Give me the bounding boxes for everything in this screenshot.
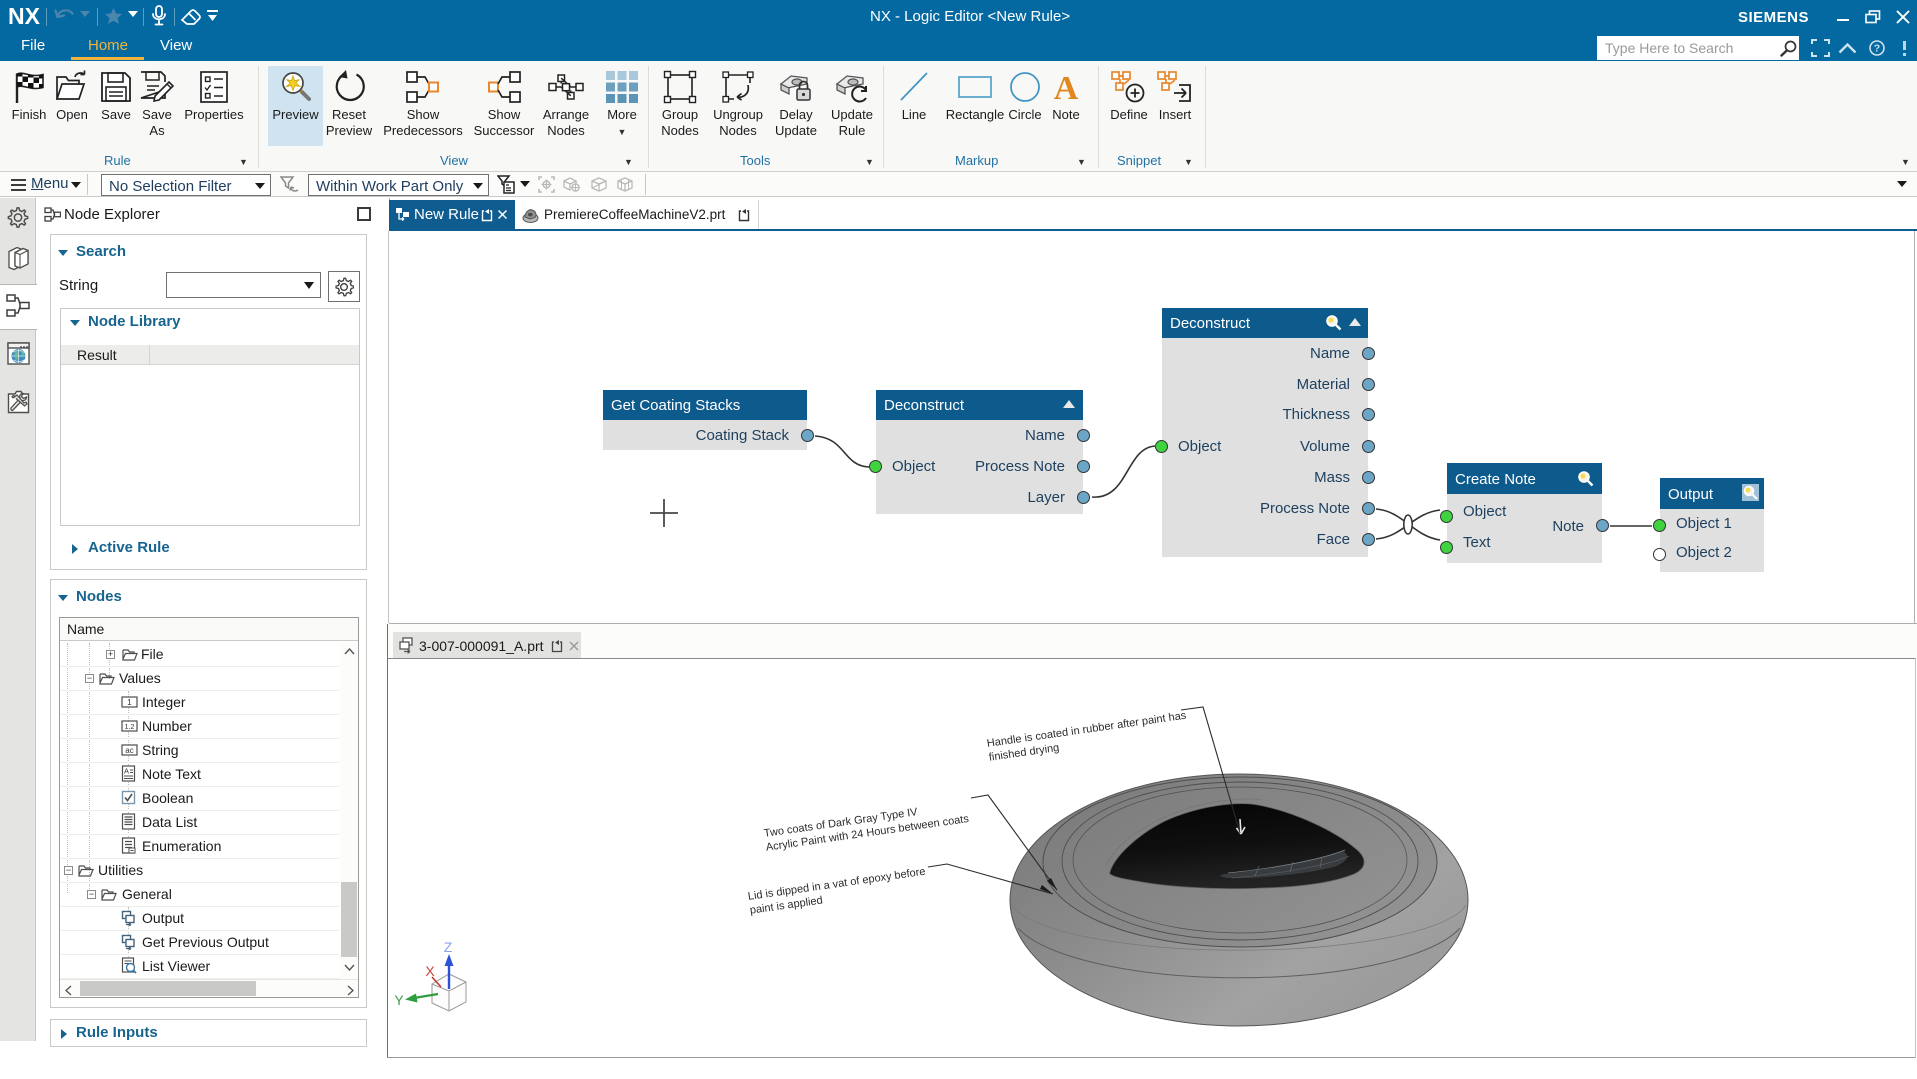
- svg-text:1: 1: [127, 698, 132, 707]
- svg-text:A: A: [124, 767, 129, 776]
- svg-text:1.2: 1.2: [125, 724, 135, 731]
- svg-text:X: X: [425, 963, 435, 979]
- svg-text:A: A: [1054, 70, 1079, 104]
- svg-text:ac: ac: [125, 746, 133, 755]
- svg-text:?: ?: [1874, 43, 1880, 55]
- svg-text:Y: Y: [394, 992, 404, 1008]
- svg-text:Z: Z: [444, 939, 453, 955]
